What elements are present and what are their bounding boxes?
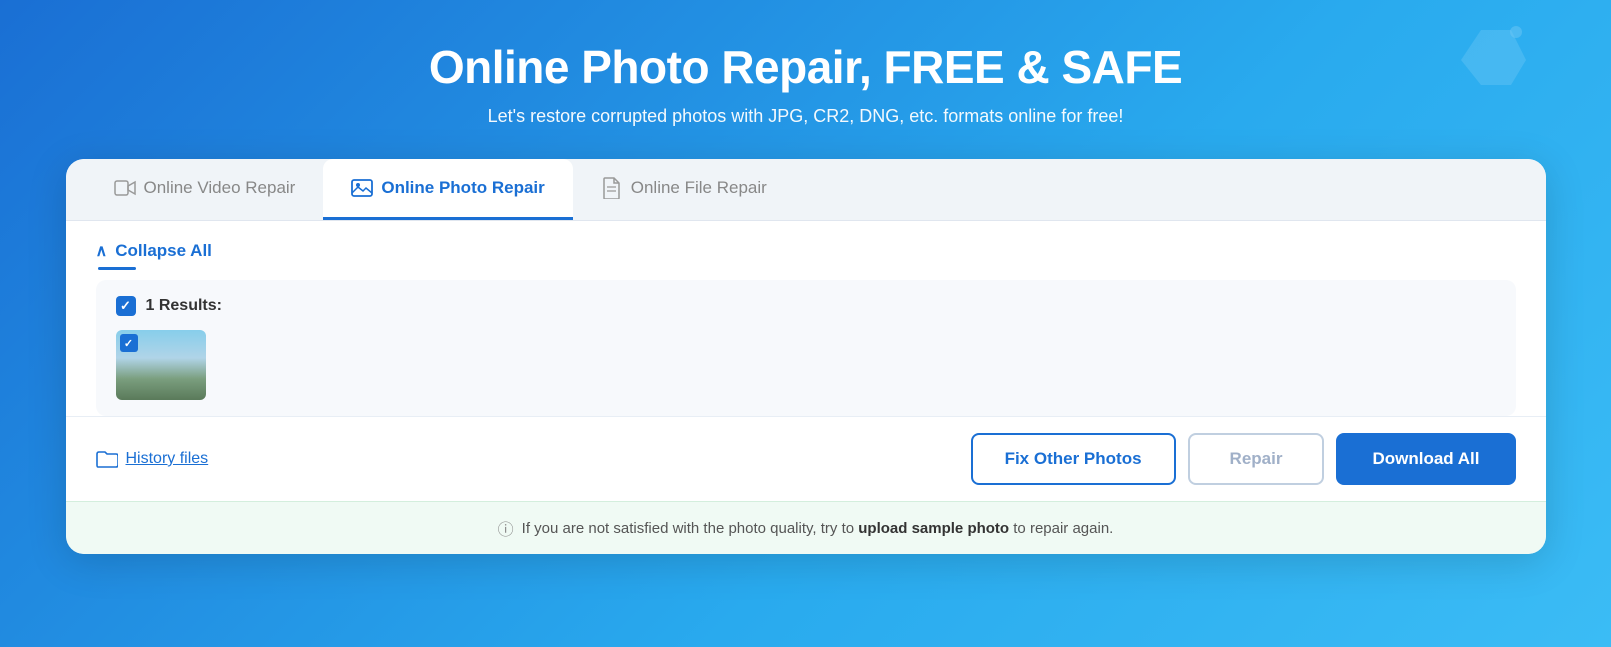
info-suffix: to repair again. xyxy=(1013,520,1113,537)
fix-other-photos-button[interactable]: Fix Other Photos xyxy=(971,433,1176,485)
collapse-chevron-icon: ∧ xyxy=(96,241,108,261)
info-text: If you are not satisfied with the photo … xyxy=(522,520,1114,537)
collapse-all-button[interactable]: Collapse All xyxy=(115,241,212,261)
tab-file[interactable]: Online File Repair xyxy=(573,159,795,220)
file-icon xyxy=(601,177,623,199)
select-all-checkbox[interactable] xyxy=(116,296,136,316)
tab-video[interactable]: Online Video Repair xyxy=(86,159,324,220)
tab-video-label: Online Video Repair xyxy=(144,178,296,198)
info-prefix: If you are not satisfied with the photo … xyxy=(522,520,854,537)
tab-photo-label: Online Photo Repair xyxy=(381,178,544,198)
collapse-row: ∧ Collapse All xyxy=(96,241,1516,261)
info-bar: ⓘ If you are not satisfied with the phot… xyxy=(66,501,1546,554)
page-subtitle: Let's restore corrupted photos with JPG,… xyxy=(488,106,1124,127)
photo-icon xyxy=(351,177,373,199)
upload-sample-link[interactable]: upload sample photo xyxy=(858,520,1009,537)
tabs-row: Online Video Repair Online Photo Repair … xyxy=(66,159,1546,221)
download-all-button[interactable]: Download All xyxy=(1336,433,1515,485)
results-header: 1 Results: xyxy=(116,296,1496,316)
results-count: 1 Results: xyxy=(146,297,222,315)
tab-file-label: Online File Repair xyxy=(631,178,767,198)
folder-icon xyxy=(96,450,118,468)
history-files-label: History files xyxy=(126,450,209,468)
tab-photo[interactable]: Online Photo Repair xyxy=(323,159,572,220)
card-body: ∧ Collapse All 1 Results: xyxy=(66,221,1546,416)
bottom-bar: History files Fix Other Photos Repair Do… xyxy=(66,416,1546,501)
video-icon xyxy=(114,177,136,199)
history-files-link[interactable]: History files xyxy=(96,450,209,468)
page-title: Online Photo Repair, FREE & SAFE xyxy=(429,40,1182,94)
repair-button: Repair xyxy=(1188,433,1325,485)
results-area: 1 Results: xyxy=(96,280,1516,416)
collapse-underline xyxy=(98,267,136,270)
photo-thumbnail[interactable] xyxy=(116,330,206,400)
deco-shape xyxy=(1451,20,1531,90)
info-icon: ⓘ xyxy=(498,516,514,540)
action-buttons: Fix Other Photos Repair Download All xyxy=(971,433,1516,485)
main-card: Online Video Repair Online Photo Repair … xyxy=(66,159,1546,554)
thumbnail-checkbox[interactable] xyxy=(120,334,138,352)
